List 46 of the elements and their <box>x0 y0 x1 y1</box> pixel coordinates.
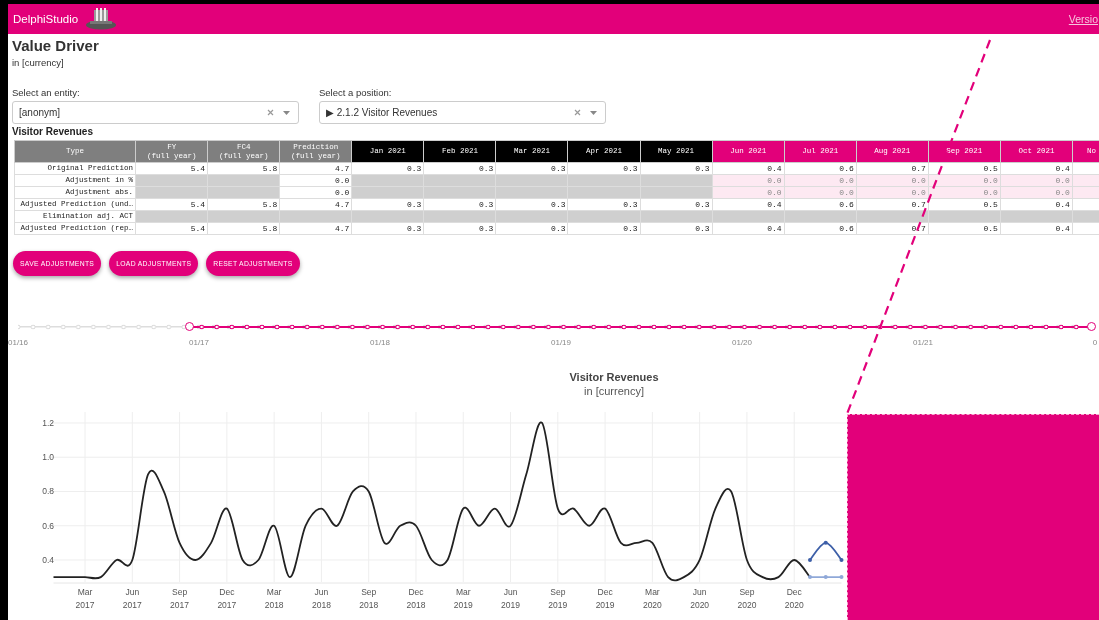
y-tick-label: 0.8 <box>42 486 54 497</box>
x-tick-label: Jun 2017 <box>122 587 142 610</box>
range-handle[interactable] <box>184 322 194 331</box>
x-tick-label: Sep 2017 <box>170 587 190 610</box>
select-label: Select a position: <box>319 87 393 98</box>
chart-title: Visitor Revenues <box>569 371 659 383</box>
x-tick-label: Jun 2020 <box>690 587 710 610</box>
timeline-label: 01/21 <box>913 338 933 347</box>
timeline-label: 0 <box>1092 338 1098 347</box>
logo-icon <box>84 7 119 31</box>
x-tick-label: Sep 2018 <box>359 587 379 610</box>
y-tick-label: 0.6 <box>42 520 54 531</box>
x-tick-label: Jun 2019 <box>501 587 520 610</box>
page-subtitle: in [currency] <box>12 57 65 68</box>
caret-icon <box>283 110 290 115</box>
x-tick-label: Dec 2020 <box>784 587 804 610</box>
timeline-label: 01/20 <box>732 338 752 347</box>
select-field[interactable]: [anonym] <box>12 101 299 124</box>
range-handle[interactable] <box>1087 322 1096 331</box>
timeline-label: 01/19 <box>551 338 571 347</box>
y-tick-label: 0.4 <box>42 555 54 565</box>
x-tick-label: Sep 2019 <box>548 587 568 610</box>
x-tick-label: Mar 2020 <box>642 587 662 610</box>
chart-subtitle: in [currency] <box>584 385 644 397</box>
timeline-label: 01/18 <box>370 338 390 347</box>
select-label: Select an entity: <box>12 87 81 98</box>
x-tick-label: Mar 2018 <box>264 587 284 610</box>
x-tick-label: Mar 2017 <box>75 587 95 610</box>
x-tick-label: Dec 2017 <box>217 587 237 610</box>
version-link[interactable]: Versio <box>1068 13 1098 25</box>
timeline-label: 01/17 <box>189 338 209 347</box>
x-tick-label: Mar 2019 <box>453 587 473 610</box>
select-field[interactable]: ▶ 2.1.2 Visitor Revenues <box>319 101 606 124</box>
table-title: Visitor Revenues <box>12 126 94 137</box>
app-name[interactable]: DelphiStudio <box>13 13 79 25</box>
x-tick-label: Jun 2018 <box>311 587 331 610</box>
x-tick-label: Dec 2018 <box>406 587 426 610</box>
clear-icon[interactable] <box>267 109 274 116</box>
x-tick-label: Sep 2020 <box>737 587 757 610</box>
x-tick-label: Dec 2019 <box>595 587 615 610</box>
timeline-label: 01/16 <box>8 338 28 347</box>
page-title: Value Driver <box>12 37 100 55</box>
caret-icon <box>590 110 597 115</box>
y-tick-label: 1.2 <box>42 417 54 428</box>
y-tick-label: 1.0 <box>42 452 54 463</box>
clear-icon[interactable] <box>574 109 581 116</box>
